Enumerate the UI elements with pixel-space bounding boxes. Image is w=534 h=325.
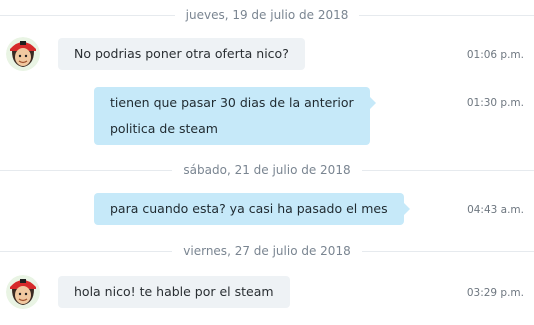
message-text-line: politica de steam	[110, 121, 218, 136]
message-time: 04:43 a.m.	[467, 204, 524, 216]
date-separator: jueves, 19 de julio de 2018	[0, 4, 534, 26]
separator-line	[0, 14, 175, 16]
contact-avatar-icon[interactable]	[6, 37, 40, 71]
message-bubble-incoming[interactable]: No podrias poner otra oferta nico?	[58, 38, 305, 70]
separator-line	[361, 169, 534, 171]
date-label: sábado, 21 de julio de 2018	[183, 163, 351, 177]
separator-line	[361, 250, 534, 252]
message-text: hola nico! te hable por el steam	[74, 284, 274, 299]
contact-avatar-icon[interactable]	[6, 275, 40, 309]
date-label: jueves, 19 de julio de 2018	[185, 8, 349, 22]
date-separator: sábado, 21 de julio de 2018	[0, 159, 534, 181]
message-bubble-incoming[interactable]: hola nico! te hable por el steam	[58, 276, 290, 308]
message-time: 01:30 p.m.	[466, 97, 524, 109]
message-time: 01:06 p.m.	[466, 49, 524, 61]
message-text: para cuando esta? ya casi ha pasado el m…	[110, 201, 388, 216]
message-text-line: tienen que pasar 30 dias de la anterior	[110, 95, 354, 110]
message-bubble-outgoing[interactable]: tienen que pasar 30 dias de la anterior …	[94, 87, 376, 145]
message-time: 03:29 p.m.	[466, 287, 524, 299]
message-text: No podrias poner otra oferta nico?	[74, 46, 289, 61]
separator-line	[359, 14, 534, 16]
separator-line	[0, 250, 173, 252]
message-bubble-outgoing[interactable]: para cuando esta? ya casi ha pasado el m…	[94, 193, 410, 225]
date-separator: viernes, 27 de julio de 2018	[0, 240, 534, 262]
date-label: viernes, 27 de julio de 2018	[183, 244, 351, 258]
separator-line	[0, 169, 173, 171]
